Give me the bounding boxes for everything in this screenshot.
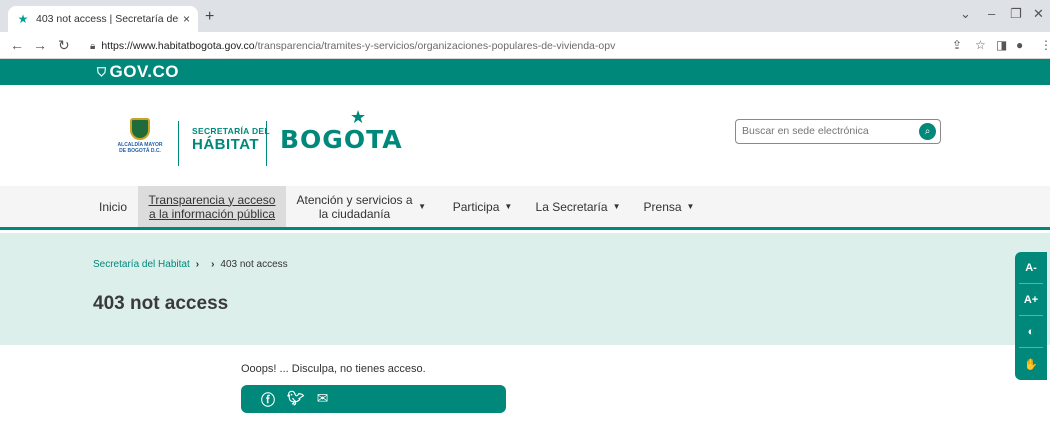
chevron-right-icon: › [195, 259, 200, 270]
secretaria-logo[interactable]: SECRETARÍA DEL HÁBITAT [192, 126, 270, 153]
side-panel-icon[interactable]: ◨ [996, 38, 1007, 52]
search-icon: ⌕ [924, 126, 931, 137]
bogota-logo[interactable]: BOGOTA ★ [280, 107, 403, 154]
secretaria-line2: HÁBITAT [192, 136, 260, 153]
main-nav: Inicio Transparencia y acceso a la infor… [0, 186, 1050, 230]
share-bar: ⓕ 🐦︎ ✉ [241, 385, 506, 413]
nav-item-inicio[interactable]: Inicio [88, 186, 138, 227]
search-box: ⌕ [735, 119, 941, 144]
url-path: /transparencia/tramites-y-servicios/orga… [254, 40, 616, 52]
crest-shield-icon [130, 118, 150, 140]
nav-item-label: Atención y servicios a la ciudadanía [296, 192, 413, 221]
chevron-down-icon: ▼ [612, 201, 621, 211]
forward-icon[interactable]: → [33, 37, 47, 53]
window-close-icon[interactable]: ✕ [1033, 6, 1044, 22]
nav-item-prensa[interactable]: Prensa ▼ [638, 186, 700, 227]
chevron-right-icon: › [211, 259, 215, 270]
url-domain: https://www.habitatbogota.gov.co [101, 40, 255, 52]
tab-title: 403 not access | Secretaría del Há [36, 13, 179, 25]
logo-divider [178, 121, 179, 166]
nav-item-label: Transparencia y acceso a la información … [148, 192, 276, 221]
chevron-down-icon: ▼ [504, 201, 513, 211]
decrease-font-button[interactable]: A- [1019, 252, 1043, 284]
breadcrumb-home-link[interactable]: Secretaría del Habitat [93, 259, 190, 270]
nav-item-label: Prensa [643, 199, 682, 214]
nav-item-label: La Secretaría [535, 199, 608, 214]
favicon-icon: ★ [17, 12, 29, 26]
bogota-text: BOGOTA [280, 125, 403, 154]
gov-co-logo[interactable]: ⛉ GOV.CO [97, 62, 179, 82]
nav-item-atencion[interactable]: Atención y servicios a la ciudadanía ▼ [292, 186, 430, 227]
address-bar: ← → ↻ 🔒︎ https://www.habitatbogota.gov.c… [0, 32, 1050, 59]
browser-tab-bar: ★ 403 not access | Secretaría del Há × +… [0, 0, 1050, 32]
gov-shield-icon: ⛉ [97, 64, 107, 79]
lock-icon: 🔒︎ [90, 40, 96, 52]
bookmark-star-icon[interactable]: ☆ [975, 38, 986, 52]
search-button[interactable]: ⌕ [919, 123, 936, 140]
reload-icon[interactable]: ↻ [58, 37, 70, 54]
search-input[interactable] [742, 120, 912, 142]
share-icon[interactable]: ⇪ [952, 38, 962, 52]
twitter-icon[interactable]: 🐦︎ [287, 390, 305, 410]
menu-dots-icon[interactable]: ⋮ [1040, 38, 1050, 52]
nav-item-label: Participa [452, 199, 500, 214]
alcaldia-logo[interactable]: ALCALDÍA MAYOR DE BOGOTÁ D.C. [115, 118, 165, 166]
back-icon[interactable]: ← [10, 37, 24, 53]
site-header: ALCALDÍA MAYOR DE BOGOTÁ D.C. SECRETARÍA… [0, 85, 1050, 186]
page-title: 403 not access [93, 293, 229, 314]
sign-language-icon[interactable]: ✋ [1019, 348, 1043, 380]
logo-divider-2 [266, 121, 267, 166]
breadcrumb-current: 403 not access [220, 259, 288, 270]
gov-co-label: GOV.CO [109, 62, 179, 81]
new-tab-button[interactable]: + [205, 8, 214, 26]
contrast-icon[interactable]: ◐ [1019, 316, 1043, 348]
gov-co-bar: ⛉ GOV.CO [0, 59, 1050, 85]
restore-icon[interactable]: ❐ [1010, 6, 1022, 22]
increase-font-button[interactable]: A+ [1019, 284, 1043, 316]
secretaria-line1: SECRETARÍA DEL [192, 126, 270, 136]
nav-item-label: Inicio [98, 199, 127, 214]
facebook-icon[interactable]: ⓕ [261, 390, 275, 410]
error-message: Ooops! ... Disculpa, no tienes acceso. [241, 363, 426, 375]
chevron-down-icon: ▼ [686, 201, 695, 211]
browser-tab[interactable]: ★ 403 not access | Secretaría del Há × [8, 6, 198, 32]
accessibility-panel: A- A+ ◐ ✋ [1015, 252, 1047, 380]
tab-close-icon[interactable]: × [183, 12, 190, 26]
email-icon[interactable]: ✉ [317, 390, 329, 410]
nav-item-la-secretaria[interactable]: La Secretaría ▼ [532, 186, 624, 227]
profile-icon[interactable]: ● [1016, 38, 1023, 52]
bogota-star-icon: ★ [350, 107, 368, 128]
page-header-band: Secretaría del Habitat › › 403 not acces… [0, 233, 1050, 345]
tab-search-icon[interactable]: ⌄ [960, 6, 971, 22]
nav-item-participa[interactable]: Participa ▼ [440, 186, 525, 227]
nav-item-transparencia[interactable]: Transparencia y acceso a la información … [138, 186, 286, 227]
breadcrumb: Secretaría del Habitat › › 403 not acces… [93, 259, 288, 270]
minimize-icon[interactable]: – [988, 6, 995, 21]
crest-text: ALCALDÍA MAYOR DE BOGOTÁ D.C. [117, 142, 163, 154]
chevron-down-icon: ▼ [418, 201, 426, 211]
url-field[interactable]: 🔒︎ https://www.habitatbogota.gov.co/tran… [90, 36, 970, 56]
